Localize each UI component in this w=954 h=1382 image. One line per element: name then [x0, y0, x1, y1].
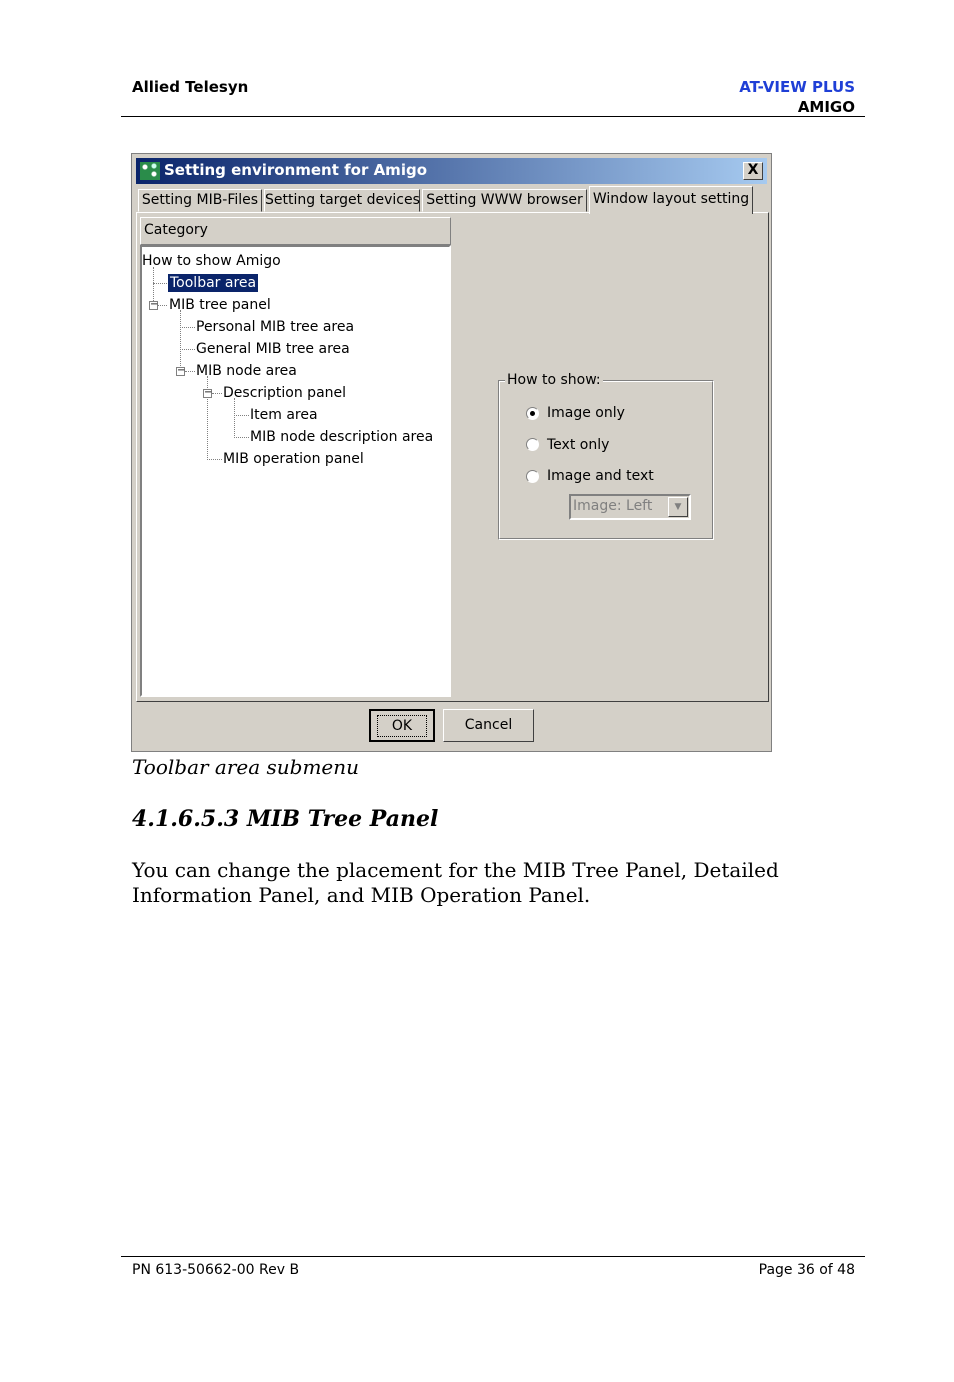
- tab-setting-www-browser[interactable]: Setting WWW browser: [422, 189, 587, 212]
- tree-item-mib-node-description-area[interactable]: MIB node description area: [250, 428, 433, 446]
- dialog-title: Setting environment for Amigo: [164, 161, 427, 179]
- dialog-titlebar[interactable]: Setting environment for Amigo X: [136, 158, 767, 184]
- tree-connector: [158, 305, 167, 306]
- radio-text-only[interactable]: [526, 438, 539, 451]
- tree-item-mib-tree-panel[interactable]: MIB tree panel: [169, 296, 271, 314]
- tree-connector: [153, 283, 167, 284]
- close-button[interactable]: X: [743, 162, 763, 180]
- tree-item-description-panel[interactable]: Description panel: [223, 384, 346, 402]
- tree-connector: [234, 437, 249, 438]
- figure-caption: Toolbar area submenu: [132, 755, 360, 779]
- tree-item-general-mib-tree-area[interactable]: General MIB tree area: [196, 340, 350, 358]
- header-rule: [121, 116, 865, 117]
- close-icon: X: [747, 162, 759, 178]
- tree-connector: [185, 371, 195, 372]
- tree-item-mib-operation-panel[interactable]: MIB operation panel: [223, 450, 364, 468]
- ok-button[interactable]: OK: [369, 709, 435, 742]
- tree-item-mib-node-area[interactable]: MIB node area: [196, 362, 297, 380]
- radio-image-and-text-label[interactable]: Image and text: [547, 468, 654, 484]
- radio-image-only[interactable]: [526, 407, 539, 420]
- tree-item-how-to-show-amigo[interactable]: How to show Amigo: [142, 252, 281, 270]
- how-to-show-group: How to show: Image only Text only Image …: [498, 372, 714, 540]
- section-heading: 4.1.6.5.3 MIB Tree Panel: [132, 806, 439, 832]
- radio-image-and-text[interactable]: [526, 470, 539, 483]
- footer-rule: [121, 1256, 865, 1257]
- tree-item-personal-mib-tree-area[interactable]: Personal MIB tree area: [196, 318, 354, 336]
- tree-connector: [180, 310, 181, 370]
- tree-connector: [180, 349, 195, 350]
- tab-setting-mib-files[interactable]: Setting MIB-Files: [138, 189, 262, 212]
- collapse-icon[interactable]: −: [149, 300, 158, 310]
- cancel-button[interactable]: Cancel: [443, 709, 534, 742]
- image-position-select[interactable]: Image: Left ▼: [569, 494, 691, 520]
- tree-connector: [180, 327, 195, 328]
- category-tree[interactable]: − − − How to show Amigo Toolbar area MIB…: [140, 245, 451, 697]
- category-column-header[interactable]: Category: [140, 217, 451, 245]
- collapse-icon[interactable]: −: [176, 366, 185, 376]
- amigo-app-icon: [140, 162, 160, 180]
- radio-image-only-label[interactable]: Image only: [547, 405, 625, 421]
- how-to-show-legend: How to show:: [505, 372, 603, 388]
- image-position-value: Image: Left: [573, 498, 653, 514]
- header-module: AMIGO: [797, 98, 855, 116]
- footer-page-number: Page 36 of 48: [758, 1262, 855, 1278]
- tree-item-toolbar-area[interactable]: Toolbar area: [168, 274, 259, 292]
- ok-button-label: OK: [376, 715, 428, 737]
- header-company: Allied Telesyn: [132, 78, 249, 96]
- tree-item-item-area[interactable]: Item area: [250, 406, 318, 424]
- tree-connector: [234, 415, 249, 416]
- tab-setting-target-devices[interactable]: Setting target devices: [264, 189, 420, 212]
- footer-part-number: PN 613-50662-00 Rev B: [132, 1262, 300, 1278]
- chevron-down-icon[interactable]: ▼: [668, 497, 688, 517]
- radio-text-only-label[interactable]: Text only: [547, 437, 609, 453]
- collapse-icon[interactable]: −: [203, 388, 212, 398]
- tree-connector: [207, 459, 222, 460]
- tree-connector: [234, 398, 235, 438]
- tab-window-layout-setting[interactable]: Window layout setting: [589, 186, 753, 214]
- settings-dialog: Setting environment for Amigo X Setting …: [131, 153, 772, 752]
- body-paragraph: You can change the placement for the MIB…: [132, 858, 779, 907]
- tree-connector: [212, 393, 222, 394]
- header-product: AT-VIEW PLUS: [739, 78, 855, 96]
